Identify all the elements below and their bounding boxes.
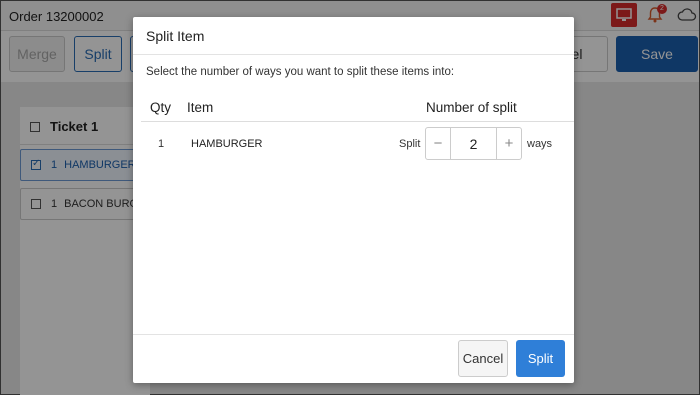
split-button[interactable]: Split [516,340,565,377]
dialog-footer: Cancel Split [133,334,574,383]
column-header-qty: Qty [150,100,172,115]
column-header-item: Item [187,100,214,115]
split-item-dialog: Split Item Select the number of ways you… [133,17,574,383]
cancel-button[interactable]: Cancel [458,340,508,377]
ways-label: ways [527,138,553,150]
increment-button[interactable]: + [496,128,521,159]
dialog-instruction: Select the number of ways you want to sp… [146,66,455,78]
row-qty: 1 [158,138,165,150]
split-label: Split [399,138,421,150]
decrement-button[interactable]: − [426,128,451,159]
header-divider [141,121,574,122]
dialog-title: Split Item [146,27,205,44]
split-count-stepper: − 2 + [425,127,522,160]
dialog-header: Split Item [133,17,574,55]
column-header-split: Number of split [426,100,517,115]
row-item-name: HAMBURGER [191,138,263,150]
split-count-input[interactable]: 2 [451,128,496,159]
